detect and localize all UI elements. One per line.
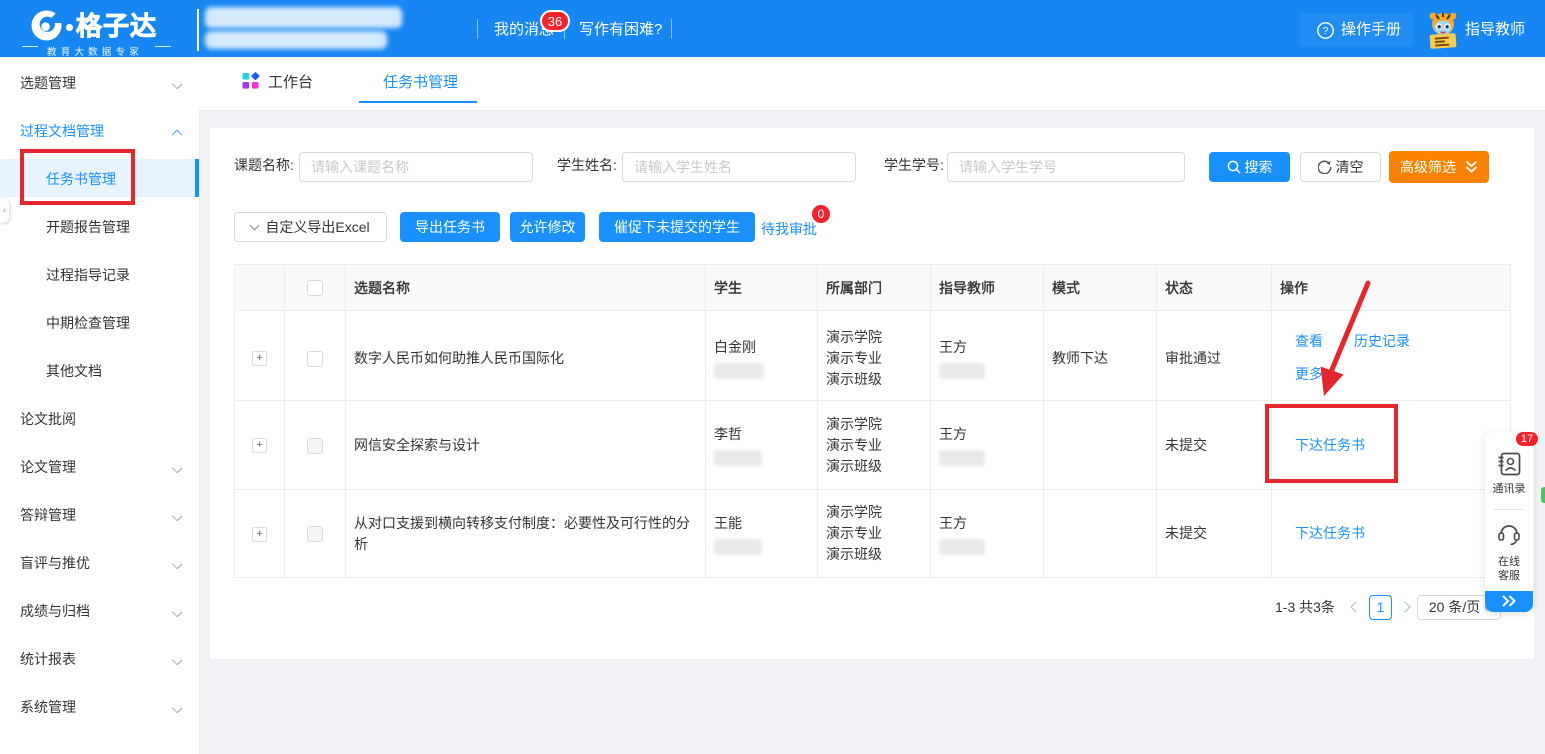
svg-text:?: ? (1323, 25, 1329, 37)
